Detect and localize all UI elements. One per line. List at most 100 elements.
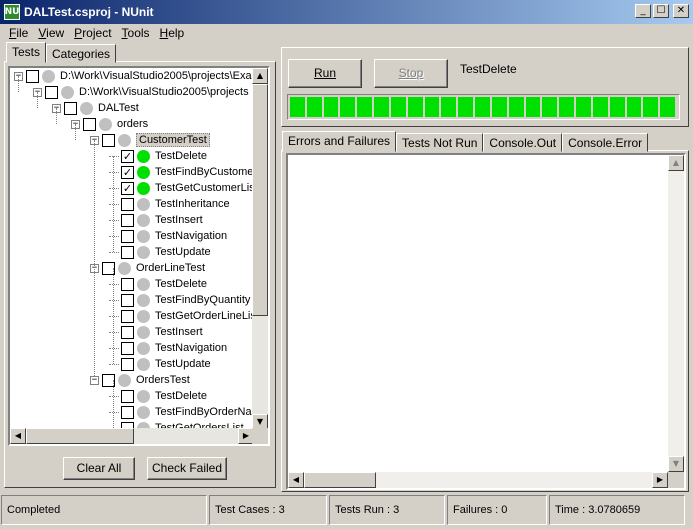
tree-node[interactable]: TestNavigation bbox=[109, 228, 227, 244]
test-checkbox[interactable] bbox=[121, 213, 134, 227]
tree-node[interactable]: TestInsert bbox=[109, 212, 203, 228]
tree-vertical-scrollbar[interactable]: ▲ ▼ bbox=[252, 68, 268, 430]
tree-node-label[interactable]: TestFindByOrderNar bbox=[155, 406, 254, 418]
errors-list[interactable]: ▲ ▼ ◀ ▶ bbox=[286, 153, 686, 490]
tree-node[interactable]: − OrdersTest bbox=[90, 372, 190, 388]
menu-tools[interactable]: Tools bbox=[117, 26, 155, 40]
test-checkbox[interactable] bbox=[121, 405, 134, 419]
check-failed-button[interactable]: Check Failed bbox=[147, 457, 227, 480]
scroll-left-icon[interactable]: ◀ bbox=[10, 428, 26, 444]
minimize-button[interactable]: _ bbox=[635, 4, 651, 18]
tree-node-label[interactable]: TestGetOrderLineLis bbox=[155, 310, 254, 322]
tree-node[interactable]: − CustomerTest bbox=[90, 132, 210, 148]
tree-node-label[interactable]: CustomerTest bbox=[136, 133, 210, 147]
tree-hscroll-thumb[interactable] bbox=[26, 428, 134, 444]
tree-node-label[interactable]: TestUpdate bbox=[155, 358, 211, 370]
test-checkbox[interactable]: ✓ bbox=[121, 181, 134, 195]
tree-node[interactable]: − D:\Work\VisualStudio2005\projects bbox=[33, 84, 249, 100]
tree-node-label[interactable]: TestUpdate bbox=[155, 246, 211, 258]
tree-node[interactable]: − D:\Work\VisualStudio2005\projects\Exa bbox=[14, 68, 252, 84]
test-checkbox[interactable] bbox=[102, 133, 115, 147]
test-tree[interactable]: − D:\Work\VisualStudio2005\projects\Exa − D… bbox=[8, 66, 270, 446]
not-run-status-icon bbox=[118, 261, 131, 275]
test-checkbox[interactable] bbox=[45, 85, 58, 99]
test-checkbox[interactable] bbox=[121, 197, 134, 211]
test-checkbox[interactable] bbox=[121, 277, 134, 291]
test-checkbox[interactable]: ✓ bbox=[121, 149, 134, 163]
tree-node-label[interactable]: TestDelete bbox=[155, 278, 207, 290]
test-checkbox[interactable] bbox=[121, 389, 134, 403]
tree-vscroll-thumb[interactable] bbox=[252, 84, 268, 316]
tree-node[interactable]: TestInheritance bbox=[109, 196, 230, 212]
tree-node[interactable]: TestUpdate bbox=[109, 356, 211, 372]
clear-all-button[interactable]: Clear All bbox=[63, 457, 135, 480]
test-checkbox[interactable] bbox=[26, 69, 39, 83]
scroll-down-icon[interactable]: ▼ bbox=[668, 456, 684, 472]
tree-node-label[interactable]: TestNavigation bbox=[155, 342, 227, 354]
tree-node[interactable]: TestInsert bbox=[109, 324, 203, 340]
run-button[interactable]: Run bbox=[288, 59, 362, 88]
tree-node[interactable]: TestNavigation bbox=[109, 340, 227, 356]
tree-node[interactable]: TestDelete bbox=[109, 388, 207, 404]
tree-node-label[interactable]: TestDelete bbox=[155, 150, 207, 162]
tree-node-label[interactable]: TestGetCustomerLis bbox=[155, 182, 254, 194]
tree-node-label[interactable]: D:\Work\VisualStudio2005\projects\Exa bbox=[60, 70, 252, 82]
test-checkbox[interactable] bbox=[64, 101, 77, 115]
tree-node-label[interactable]: D:\Work\VisualStudio2005\projects bbox=[79, 86, 249, 98]
test-checkbox[interactable] bbox=[121, 309, 134, 323]
collapse-toggle-icon[interactable]: − bbox=[90, 375, 99, 385]
tree-node-label[interactable]: TestInsert bbox=[155, 326, 203, 338]
menu-project[interactable]: Project bbox=[69, 26, 116, 40]
errors-hscroll-thumb[interactable] bbox=[304, 472, 376, 488]
errors-horizontal-scrollbar[interactable]: ◀ ▶ bbox=[288, 472, 668, 488]
tree-node-label[interactable]: TestInheritance bbox=[155, 198, 230, 210]
tree-node[interactable]: TestGetOrderLineLis bbox=[109, 308, 254, 324]
scroll-up-icon[interactable]: ▲ bbox=[252, 68, 268, 84]
tree-node-label[interactable]: TestFindByCustomer bbox=[155, 166, 254, 178]
tree-node[interactable]: TestFindByQuantity bbox=[109, 292, 250, 308]
test-checkbox[interactable] bbox=[121, 341, 134, 355]
tree-node[interactable]: ✓ TestGetCustomerLis bbox=[109, 180, 254, 196]
stop-button[interactable]: Stop bbox=[374, 59, 448, 88]
tree-node[interactable]: − DALTest bbox=[52, 100, 139, 116]
scroll-right-icon[interactable]: ▶ bbox=[652, 472, 668, 488]
tree-node[interactable]: − OrderLineTest bbox=[90, 260, 205, 276]
tree-horizontal-scrollbar[interactable]: ◀ ▶ bbox=[10, 428, 254, 444]
tab-categories[interactable]: Categories bbox=[46, 44, 117, 63]
tree-node[interactable]: ✓ TestFindByCustomer bbox=[109, 164, 254, 180]
menu-help[interactable]: Help bbox=[155, 26, 190, 40]
tree-node-label[interactable]: TestInsert bbox=[155, 214, 203, 226]
test-checkbox[interactable]: ✓ bbox=[121, 165, 134, 179]
tab-console-out[interactable]: Console.Out bbox=[483, 133, 563, 152]
scroll-up-icon[interactable]: ▲ bbox=[668, 155, 684, 171]
tab-tests-not-run[interactable]: Tests Not Run bbox=[396, 133, 484, 152]
tree-node-label[interactable]: TestFindByQuantity bbox=[155, 294, 250, 306]
tree-node[interactable]: TestFindByOrderNar bbox=[109, 404, 254, 420]
tree-node[interactable]: ✓ TestDelete bbox=[109, 148, 207, 164]
tree-node-label[interactable]: orders bbox=[117, 118, 148, 130]
tree-node-label[interactable]: TestNavigation bbox=[155, 230, 227, 242]
tab-errors-and-failures[interactable]: Errors and Failures bbox=[282, 131, 397, 152]
test-checkbox[interactable] bbox=[121, 245, 134, 259]
tab-console-error[interactable]: Console.Error bbox=[562, 133, 649, 152]
close-button[interactable]: ✕ bbox=[673, 4, 689, 18]
not-run-status-icon bbox=[99, 117, 112, 131]
tab-tests[interactable]: Tests bbox=[6, 42, 47, 63]
test-checkbox[interactable] bbox=[121, 293, 134, 307]
tree-node[interactable]: − orders bbox=[71, 116, 148, 132]
tree-node[interactable]: TestUpdate bbox=[109, 244, 211, 260]
test-checkbox[interactable] bbox=[121, 325, 134, 339]
tree-node-label[interactable]: DALTest bbox=[98, 102, 139, 114]
tree-node[interactable]: TestDelete bbox=[109, 276, 207, 292]
test-checkbox[interactable] bbox=[121, 229, 134, 243]
errors-vertical-scrollbar[interactable]: ▲ ▼ bbox=[668, 155, 684, 472]
test-checkbox[interactable] bbox=[83, 117, 96, 131]
tree-node-label[interactable]: TestDelete bbox=[155, 390, 207, 402]
tree-node-label[interactable]: OrdersTest bbox=[136, 374, 190, 386]
tree-node-label[interactable]: OrderLineTest bbox=[136, 262, 205, 274]
menu-file[interactable]: File bbox=[0, 26, 33, 40]
scroll-left-icon[interactable]: ◀ bbox=[288, 472, 304, 488]
test-checkbox[interactable] bbox=[121, 357, 134, 371]
menu-view[interactable]: View bbox=[33, 26, 69, 40]
maximize-button[interactable]: ☐ bbox=[653, 4, 669, 18]
